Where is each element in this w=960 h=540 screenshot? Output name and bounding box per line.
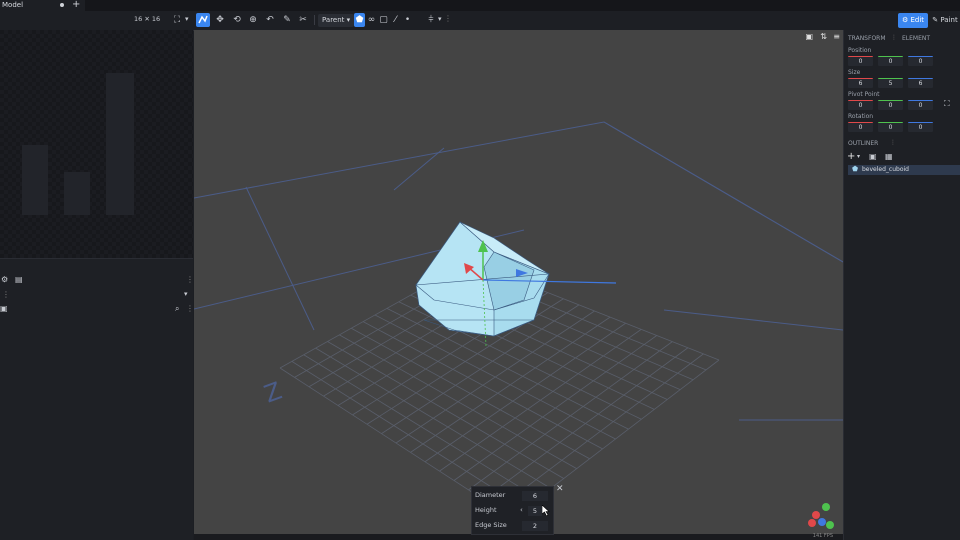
position-label: Position	[848, 47, 872, 54]
rotation-label: Rotation	[848, 113, 874, 120]
toolbar-divider	[314, 15, 315, 25]
resolution-label[interactable]: 16 ✕ 16	[134, 15, 160, 23]
pivot-tool-button[interactable]: ⊕	[246, 13, 260, 27]
more-icon[interactable]: ⋮	[891, 34, 897, 41]
more-icon[interactable]: ⋮	[444, 14, 452, 23]
position-y-field[interactable]: 0	[878, 56, 903, 66]
rotation-x-field[interactable]: 0	[848, 122, 873, 132]
grid-line	[424, 322, 626, 463]
paint-mode-button[interactable]: ✎ Paint	[930, 13, 960, 28]
scene-canvas[interactable]: Z	[194, 30, 843, 534]
edge-size-label: Edge Size	[475, 521, 507, 529]
toolbar: 16 ✕ 16 ⛶ ▾ ✥ ⟲ ⊕ ↶ ✎ ✂ Parent ▾ ⬟ ∞ ▢ ⁄…	[0, 11, 960, 31]
sort-icon[interactable]: ⇅	[820, 32, 827, 41]
bend-tool-button[interactable]: ↶	[263, 13, 277, 27]
uv-placeholder	[64, 172, 90, 215]
brush-tool-button[interactable]: ✎	[280, 13, 294, 27]
more-icon[interactable]: ⋮	[186, 304, 194, 313]
pivot-x-field[interactable]: 0	[848, 100, 873, 110]
mesh-icon: ⬟	[852, 165, 859, 173]
grid-line	[410, 316, 611, 453]
texture-toolbar: ⚙ ▤ ⋮ ⋮ ▾ ▣ ⌕ ⋮	[0, 258, 194, 319]
collection-icon[interactable]: ▦	[885, 152, 893, 161]
size-label: Size	[848, 69, 861, 76]
unsaved-dot-icon	[60, 3, 64, 7]
chevron-down-icon[interactable]: ▾	[185, 15, 189, 23]
menu-icon[interactable]: ≡	[833, 32, 840, 41]
diameter-label: Diameter	[475, 491, 506, 499]
folder-icon[interactable]: ▣	[869, 152, 877, 161]
vertex-select-icon[interactable]: •	[402, 13, 413, 27]
uv-placeholder	[106, 73, 134, 215]
list-icon[interactable]: ▤	[15, 275, 23, 284]
orientation-gizmo-icon	[808, 503, 834, 529]
chevron-down-icon[interactable]: ▾	[857, 153, 860, 160]
close-icon[interactable]: ✕	[556, 484, 564, 494]
mirror-tool-button[interactable]: ⫩	[424, 13, 438, 27]
rotation-y-field[interactable]: 0	[878, 122, 903, 132]
center-pivot-icon[interactable]: ⛶	[944, 99, 950, 109]
size-y-field[interactable]: 5	[878, 78, 903, 88]
pivot-z-field[interactable]: 0	[908, 100, 933, 110]
rotation-z-field[interactable]: 0	[908, 122, 933, 132]
outliner-item-label: beveled_cuboid	[862, 166, 909, 173]
uv-editor-panel[interactable]	[0, 30, 193, 258]
texture-list	[0, 318, 193, 540]
edit-label: Edit	[910, 16, 925, 24]
outliner-item[interactable]: ⬟ beveled_cuboid	[848, 165, 960, 175]
more-icon[interactable]: ⋮	[186, 275, 194, 284]
pivot-mode-dropdown[interactable]: Parent ▾	[318, 14, 355, 27]
tab-title: Model	[2, 1, 24, 9]
mouse-cursor-icon	[541, 504, 550, 518]
pivot-label: Pivot Point	[848, 91, 880, 98]
decrement-icon[interactable]: ‹	[520, 506, 523, 514]
pivot-y-field[interactable]: 0	[878, 100, 903, 110]
diameter-field[interactable]: 6	[522, 491, 548, 501]
tab-transform[interactable]: TRANSFORM	[848, 35, 886, 42]
paint-label: Paint	[940, 16, 958, 24]
add-icon[interactable]: +	[847, 151, 855, 162]
select-mode-face-icon[interactable]: ⬟	[354, 13, 365, 27]
properties-panel: TRANSFORM ⋮ ELEMENT Position 0 0 0 Size …	[843, 30, 960, 540]
more-icon[interactable]: ⋮	[2, 290, 10, 299]
chevron-down-icon[interactable]: ▾	[438, 15, 442, 23]
position-z-field[interactable]: 0	[908, 56, 933, 66]
vertex-snap-icon	[198, 15, 208, 24]
line-select-icon[interactable]: ⁄	[390, 13, 401, 27]
position-x-field[interactable]: 0	[848, 56, 873, 66]
translate-tool-button[interactable]: ✥	[213, 13, 227, 27]
camera-icon[interactable]: ▣	[805, 32, 813, 41]
axis-z-label: Z	[260, 377, 285, 409]
3d-viewport[interactable]: Z ▣ ⇅ ≡	[194, 30, 843, 534]
grid-line	[439, 329, 642, 472]
settings-icon[interactable]: ⚙	[1, 275, 8, 284]
edge-size-field[interactable]: 2	[522, 521, 548, 531]
knife-tool-button[interactable]: ✂	[296, 13, 310, 27]
more-icon[interactable]: ⋮	[890, 139, 896, 146]
link-icon[interactable]: ∞	[366, 13, 377, 27]
folder-icon[interactable]: ▣	[0, 304, 8, 313]
fps-counter: 141 FPS	[812, 533, 833, 539]
add-tab-button[interactable]: +	[72, 0, 80, 10]
size-z-field[interactable]: 6	[908, 78, 933, 88]
grid-line	[468, 341, 673, 491]
outliner-title: OUTLINER	[848, 140, 879, 147]
move-tool-button[interactable]	[196, 13, 210, 27]
tab-element[interactable]: ELEMENT	[902, 35, 930, 42]
square-select-icon[interactable]: ▢	[378, 13, 389, 27]
chevron-down-icon[interactable]: ▾	[184, 290, 188, 298]
search-icon[interactable]: ⌕	[175, 304, 179, 314]
edit-mode-button[interactable]: ⚙ Edit	[898, 13, 928, 28]
height-label: Height	[475, 506, 497, 514]
size-x-field[interactable]: 6	[848, 78, 873, 88]
rotate-tool-button[interactable]: ⟲	[230, 13, 244, 27]
fullscreen-icon[interactable]: ⛶	[170, 13, 184, 27]
uv-placeholder	[22, 145, 48, 215]
grid-line	[482, 347, 689, 500]
height-field[interactable]: 5	[528, 506, 542, 516]
